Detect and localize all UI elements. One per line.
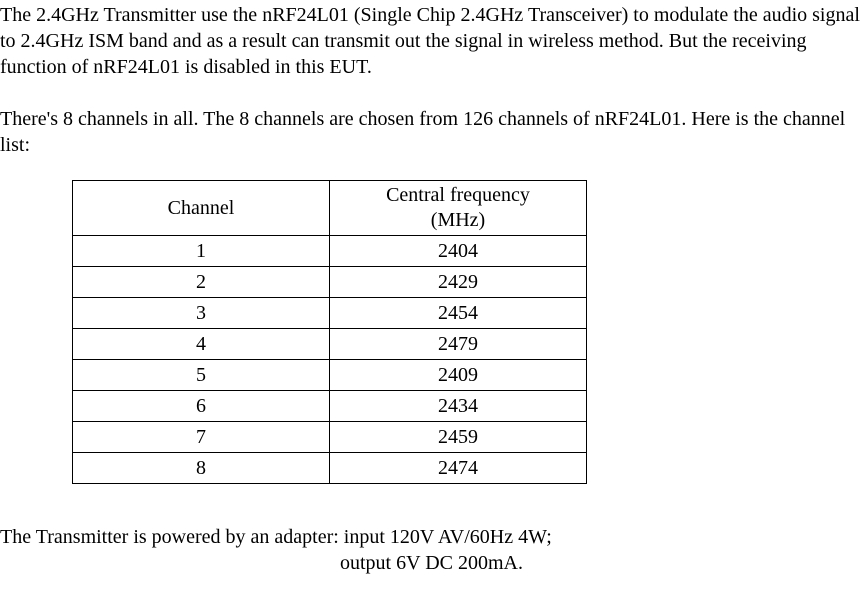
cell-channel: 2 (73, 267, 330, 298)
cell-frequency: 2404 (330, 236, 587, 267)
cell-channel: 5 (73, 360, 330, 391)
power-line1: The Transmitter is powered by an adapter… (0, 524, 867, 550)
table-row: 8 2474 (73, 453, 587, 484)
channel-frequency-table: Channel Central frequency (MHz) 1 2404 2… (72, 180, 587, 484)
header-frequency-line1: Central frequency (386, 184, 530, 206)
cell-frequency: 2479 (330, 329, 587, 360)
table-row: 7 2459 (73, 422, 587, 453)
cell-channel: 1 (73, 236, 330, 267)
header-frequency: Central frequency (MHz) (330, 181, 587, 236)
cell-channel: 7 (73, 422, 330, 453)
cell-frequency: 2434 (330, 391, 587, 422)
table-row: 4 2479 (73, 329, 587, 360)
cell-channel: 3 (73, 298, 330, 329)
table-row: 5 2409 (73, 360, 587, 391)
power-info: The Transmitter is powered by an adapter… (0, 524, 867, 576)
cell-channel: 6 (73, 391, 330, 422)
table-row: 6 2434 (73, 391, 587, 422)
table-header-row: Channel Central frequency (MHz) (73, 181, 587, 236)
cell-frequency: 2429 (330, 267, 587, 298)
cell-frequency: 2459 (330, 422, 587, 453)
cell-frequency: 2454 (330, 298, 587, 329)
cell-frequency: 2474 (330, 453, 587, 484)
cell-frequency: 2409 (330, 360, 587, 391)
intro-paragraph: The 2.4GHz Transmitter use the nRF24L01 … (0, 2, 867, 80)
table-row: 3 2454 (73, 298, 587, 329)
header-frequency-line2: (MHz) (431, 209, 485, 231)
channels-paragraph: There's 8 channels in all. The 8 channel… (0, 106, 867, 158)
table-row: 1 2404 (73, 236, 587, 267)
cell-channel: 8 (73, 453, 330, 484)
power-line2: output 6V DC 200mA. (0, 550, 867, 576)
cell-channel: 4 (73, 329, 330, 360)
header-channel: Channel (73, 181, 330, 236)
table-row: 2 2429 (73, 267, 587, 298)
